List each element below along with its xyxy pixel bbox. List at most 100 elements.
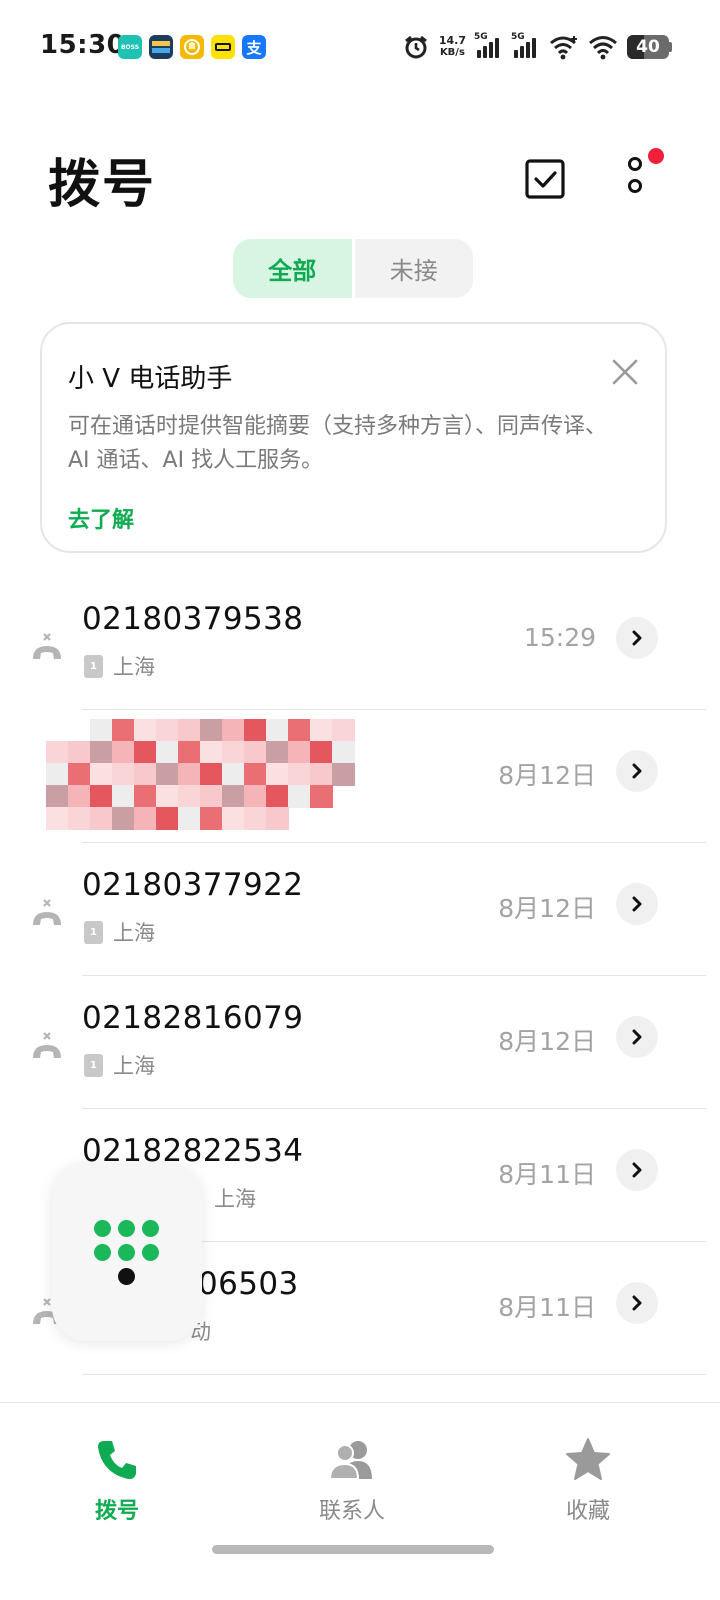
- redaction-pixel: [244, 741, 267, 764]
- redaction-pixel: [310, 785, 333, 808]
- missed-call-icon: [33, 899, 61, 925]
- wifi-plus-icon: [550, 36, 577, 60]
- redaction-pixel: [112, 719, 135, 742]
- row-divider: [82, 1374, 706, 1375]
- chevron-right-icon: [632, 896, 642, 912]
- call-location: 1 上海: [84, 651, 155, 681]
- call-number: 06503: [198, 1266, 299, 1302]
- call-detail-button[interactable]: [616, 617, 658, 659]
- redaction-pixel: [156, 763, 179, 786]
- redaction-pixel: [244, 785, 267, 808]
- notification-badge: [648, 148, 664, 164]
- call-log-row[interactable]: 02180377922 1 上海 8月12日: [0, 843, 720, 976]
- call-detail-button[interactable]: [616, 1016, 658, 1058]
- more-options-button[interactable]: [612, 148, 664, 204]
- redaction-pixel: [200, 807, 223, 830]
- redaction-pixel: [90, 741, 113, 764]
- tab-missed[interactable]: 未接: [354, 239, 473, 298]
- call-detail-button[interactable]: [616, 883, 658, 925]
- chevron-right-icon: [632, 1162, 642, 1178]
- contacts-icon: [328, 1441, 372, 1480]
- redaction-pixel: [200, 741, 223, 764]
- promo-description: 可在通话时提供智能摘要（支持多种方言）、同声传译、AI 通话、AI 找人工服务。: [68, 414, 608, 473]
- redaction-pixel: [222, 719, 245, 742]
- tab-all[interactable]: 全部: [233, 239, 352, 298]
- redaction-pixel: [112, 741, 135, 764]
- call-time: 8月11日: [498, 1293, 596, 1322]
- call-number: 02182816079: [82, 1000, 304, 1036]
- redaction-pixel: [46, 807, 69, 830]
- nav-tab-contacts[interactable]: 联系人: [292, 1437, 412, 1525]
- call-detail-button[interactable]: [616, 1282, 658, 1324]
- redaction-pixel: [90, 719, 113, 742]
- network-speed: 14.7 KB/s: [438, 34, 466, 59]
- sim-card-icon: 1: [84, 654, 103, 678]
- xianyu-icon: [211, 35, 235, 59]
- bottom-navigation: 拨号 联系人 收藏: [0, 1402, 720, 1600]
- call-number: 02180379538: [82, 601, 304, 637]
- redaction-pixel: [68, 741, 91, 764]
- promo-close-button[interactable]: [609, 356, 641, 388]
- status-bar: 15:30 BOSS 支 14.7 KB/s 5G 5G 40: [0, 0, 720, 96]
- call-detail-button[interactable]: [616, 1149, 658, 1191]
- hand-app-icon: [180, 35, 204, 59]
- boss-icon: BOSS: [118, 35, 142, 59]
- redaction-pixel: [68, 785, 91, 808]
- redaction-pixel: [200, 785, 223, 808]
- redaction-pixel: [46, 785, 69, 808]
- dialpad-button[interactable]: [52, 1163, 202, 1341]
- redaction-pixel: [310, 763, 333, 786]
- assistant-promo-card: 小 V 电话助手 可在通话时提供智能摘要（支持多种方言）、同声传译、AI 通话、…: [40, 322, 667, 553]
- chevron-right-icon: [632, 1295, 642, 1311]
- redaction-pixel: [266, 785, 289, 808]
- call-location: 上海: [214, 1187, 256, 1211]
- call-location: 1 上海: [84, 917, 155, 947]
- redaction-pixel: [332, 741, 355, 764]
- redaction-pixel: [266, 763, 289, 786]
- redaction-pixel: [244, 807, 267, 830]
- redaction-pixel: [332, 719, 355, 742]
- game-app-icon: [149, 35, 173, 59]
- sim-card-icon: 1: [84, 920, 103, 944]
- nav-tab-dialer[interactable]: 拨号: [57, 1437, 177, 1525]
- redaction-pixel: [68, 763, 91, 786]
- battery-icon: 40: [627, 35, 672, 59]
- call-time: 8月12日: [498, 894, 596, 923]
- redaction-pixel: [112, 785, 135, 808]
- call-detail-button[interactable]: [616, 750, 658, 792]
- status-indicators: 14.7 KB/s 5G 5G 40: [402, 30, 672, 64]
- redaction-pixel: [310, 719, 333, 742]
- alarm-icon: [404, 35, 427, 59]
- notification-app-icons: BOSS 支: [118, 35, 266, 59]
- redaction-pixel: [90, 785, 113, 808]
- redaction-pixel: [222, 741, 245, 764]
- redaction-pixel: [288, 763, 311, 786]
- more-icon: [628, 157, 642, 171]
- redaction-pixel: [200, 763, 223, 786]
- redaction-pixel: [310, 741, 333, 764]
- select-mode-button[interactable]: [522, 156, 568, 202]
- redaction-pixel: [200, 719, 223, 742]
- home-indicator[interactable]: [212, 1545, 494, 1554]
- redacted-contact: [22, 715, 355, 833]
- call-log-row[interactable]: 02182816079 1 上海 8月12日: [0, 976, 720, 1109]
- redaction-pixel: [46, 741, 69, 764]
- redaction-pixel: [46, 763, 69, 786]
- call-number: 02180377922: [82, 867, 304, 903]
- chevron-right-icon: [632, 763, 642, 779]
- redaction-pixel: [178, 785, 201, 808]
- call-time: 15:29: [523, 623, 596, 652]
- redaction-pixel: [134, 719, 157, 742]
- promo-learn-more-link[interactable]: 去了解: [68, 502, 134, 534]
- checkbox-icon: [525, 159, 565, 199]
- phone-icon: [98, 1441, 136, 1480]
- nav-tab-favorites[interactable]: 收藏: [528, 1437, 648, 1525]
- redaction-pixel: [90, 763, 113, 786]
- call-time: 8月12日: [498, 761, 596, 790]
- promo-title: 小 V 电话助手: [68, 364, 233, 394]
- redaction-pixel: [244, 763, 267, 786]
- redaction-pixel: [156, 719, 179, 742]
- redaction-pixel: [156, 807, 179, 830]
- redaction-pixel: [288, 785, 311, 808]
- call-log-row[interactable]: 02180379538 1 上海 15:29: [0, 577, 720, 710]
